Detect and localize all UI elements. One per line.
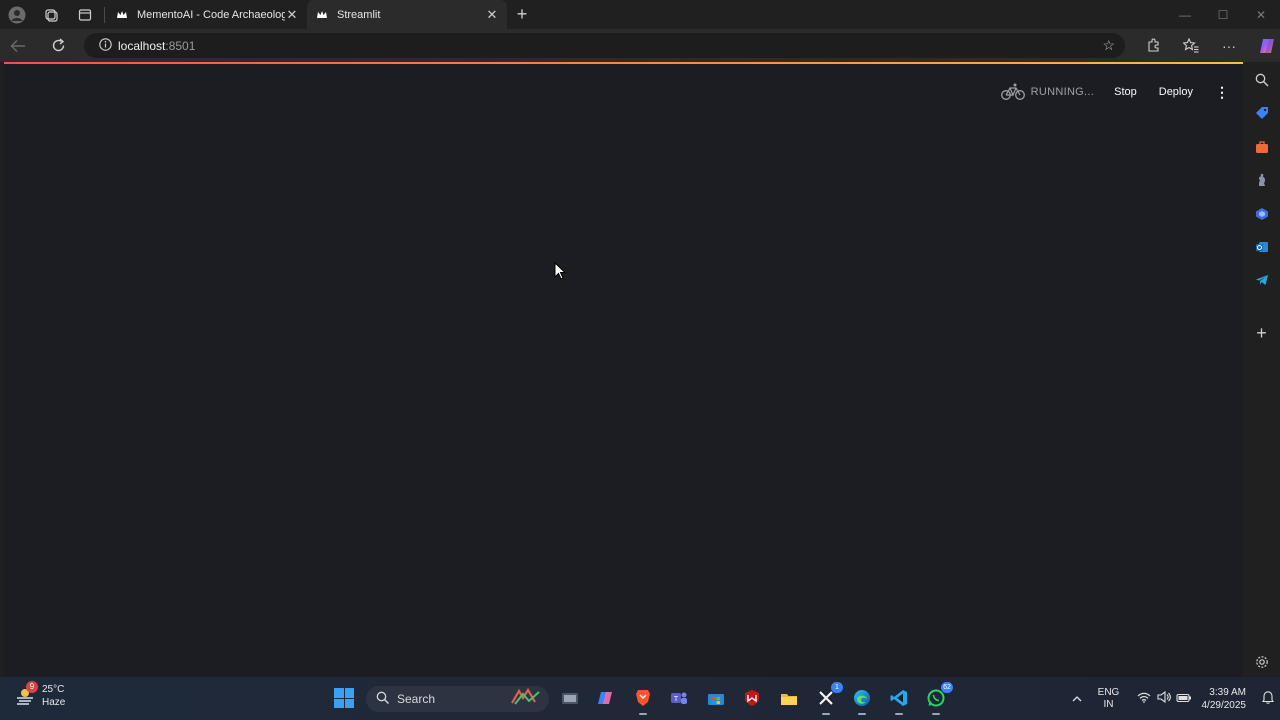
favorite-star-icon[interactable]: ☆ — [1102, 37, 1115, 54]
brave-icon[interactable] — [630, 685, 656, 715]
streamlit-crown-icon — [115, 8, 129, 22]
browser-toolbar: localhost:8501 ☆ ··· — [0, 29, 1280, 62]
more-options-icon[interactable]: ··· — [1210, 29, 1248, 62]
copilot-icon[interactable] — [1248, 29, 1280, 62]
windows-logo-tile — [334, 688, 344, 698]
store-icon[interactable] — [703, 685, 729, 711]
notification-bell-icon[interactable] — [1256, 690, 1280, 707]
show-hidden-icons-chevron-icon[interactable] — [1062, 693, 1092, 705]
new-tab-button[interactable]: + — [507, 4, 537, 25]
browser-title-bar: MementoAI - Code Archaeologist ✕ Streaml… — [0, 0, 1280, 29]
reload-button[interactable] — [40, 29, 76, 62]
battery-icon[interactable] — [1174, 692, 1194, 706]
workspaces-icon[interactable] — [34, 0, 68, 29]
language-line2: IN — [1103, 698, 1114, 710]
tag-icon[interactable] — [1243, 98, 1280, 128]
tab-title: Streamlit — [337, 8, 381, 21]
add-icon[interactable]: + — [1243, 318, 1280, 348]
windows-logo-tile — [344, 698, 354, 708]
x-icon[interactable]: 1 — [813, 682, 843, 715]
mcafee-icon[interactable] — [739, 685, 765, 711]
clock-time: 3:39 AM — [1209, 686, 1246, 698]
start-button[interactable] — [334, 688, 354, 708]
streamlit-toolbar: RUNNING... Stop Deploy ⋮ — [1000, 82, 1229, 102]
running-indicator — [639, 713, 647, 715]
close-tab-icon[interactable]: ✕ — [285, 7, 299, 23]
file-explorer-icon[interactable] — [776, 685, 802, 711]
telegram-icon[interactable] — [1243, 265, 1280, 295]
profile-icon[interactable] — [0, 0, 34, 29]
search-icon — [376, 691, 389, 707]
window-controls: — ☐ ✕ — [1166, 0, 1280, 29]
game-icon — [509, 687, 543, 711]
copilot-icon[interactable] — [1243, 199, 1280, 229]
running-indicator — [822, 713, 830, 715]
weather-condition: Haze — [42, 697, 66, 708]
streamlit-app-view[interactable]: RUNNING... Stop Deploy ⋮ — [4, 62, 1243, 677]
windows-taskbar: 9 25°C Haze Search T 1 62 ENG IN 3:39 AM… — [0, 677, 1280, 720]
svg-text:T: T — [674, 696, 679, 703]
bicycle-icon — [1000, 83, 1025, 100]
outlook-icon[interactable] — [1243, 232, 1280, 262]
briefcase-icon[interactable] — [1243, 132, 1280, 162]
chess-icon[interactable] — [1243, 165, 1280, 195]
haze-weather-icon: 9 — [14, 681, 38, 707]
system-tray: ENG IN 3:39 AM 4/29/2025 — [1062, 677, 1280, 720]
browser-right-tools: ··· — [1134, 29, 1280, 62]
notification-badge: 1 — [831, 682, 843, 693]
back-button[interactable] — [0, 29, 36, 62]
notification-badge: 62 — [941, 682, 953, 693]
edge-icon[interactable] — [849, 685, 875, 715]
copilot-icon[interactable] — [593, 685, 619, 711]
running-indicator — [895, 713, 903, 715]
favorites-icon[interactable] — [1172, 29, 1210, 62]
teams-icon[interactable]: T — [666, 685, 692, 711]
windows-logo-tile — [344, 688, 354, 698]
task-view-icon[interactable] — [557, 685, 583, 711]
language-indicator[interactable]: ENG IN — [1092, 687, 1126, 711]
main-menu-button[interactable]: ⋮ — [1215, 84, 1229, 101]
taskbar-search-box[interactable]: Search — [366, 686, 549, 712]
running-indicator — [858, 713, 866, 715]
clock[interactable]: 3:39 AM 4/29/2025 — [1202, 686, 1247, 712]
deploy-button[interactable]: Deploy — [1159, 86, 1193, 98]
status-widget: RUNNING... — [1000, 82, 1095, 102]
settings-icon[interactable] — [1243, 647, 1280, 677]
running-indicator — [932, 713, 940, 715]
url-host: localhost — [118, 38, 166, 53]
tab-separator — [104, 6, 105, 23]
edge-sidebar: + — [1243, 62, 1280, 677]
tab-mementoai[interactable]: MementoAI - Code Archaeologist ✕ — [107, 0, 307, 29]
stop-button[interactable]: Stop — [1114, 86, 1137, 98]
weather-widget[interactable]: 9 25°C Haze — [14, 681, 66, 709]
volume-icon[interactable] — [1154, 690, 1174, 706]
address-bar[interactable]: localhost:8501 ☆ — [84, 33, 1125, 58]
close-tab-icon[interactable]: ✕ — [485, 7, 499, 23]
tab-title: MementoAI - Code Archaeologist — [137, 8, 285, 21]
minimize-icon[interactable]: — — [1166, 0, 1204, 29]
vscode-icon[interactable] — [886, 685, 912, 715]
clock-date: 4/29/2025 — [1201, 699, 1247, 711]
whatsapp-icon[interactable]: 62 — [923, 682, 953, 715]
search-label: Search — [397, 692, 436, 706]
close-window-icon[interactable]: ✕ — [1242, 0, 1280, 29]
tab-streamlit[interactable]: Streamlit ✕ — [307, 0, 507, 29]
streamlit-crown-icon — [315, 8, 329, 22]
search-icon[interactable] — [1243, 65, 1280, 95]
running-status-text: RUNNING... — [1030, 86, 1095, 98]
windows-logo-tile — [334, 698, 344, 708]
url-port: :8501 — [165, 38, 196, 53]
language-line1: ENG — [1097, 686, 1120, 698]
wifi-icon[interactable] — [1134, 692, 1154, 706]
weather-badge: 9 — [26, 681, 38, 693]
maximize-icon[interactable]: ☐ — [1204, 0, 1242, 29]
tab-actions-icon[interactable] — [68, 0, 102, 29]
mouse-cursor-icon — [554, 262, 566, 280]
header-decoration-bar — [4, 62, 1243, 64]
weather-temperature: 25°C — [42, 684, 65, 695]
extensions-icon[interactable] — [1134, 29, 1172, 62]
site-info-icon[interactable] — [92, 37, 118, 54]
